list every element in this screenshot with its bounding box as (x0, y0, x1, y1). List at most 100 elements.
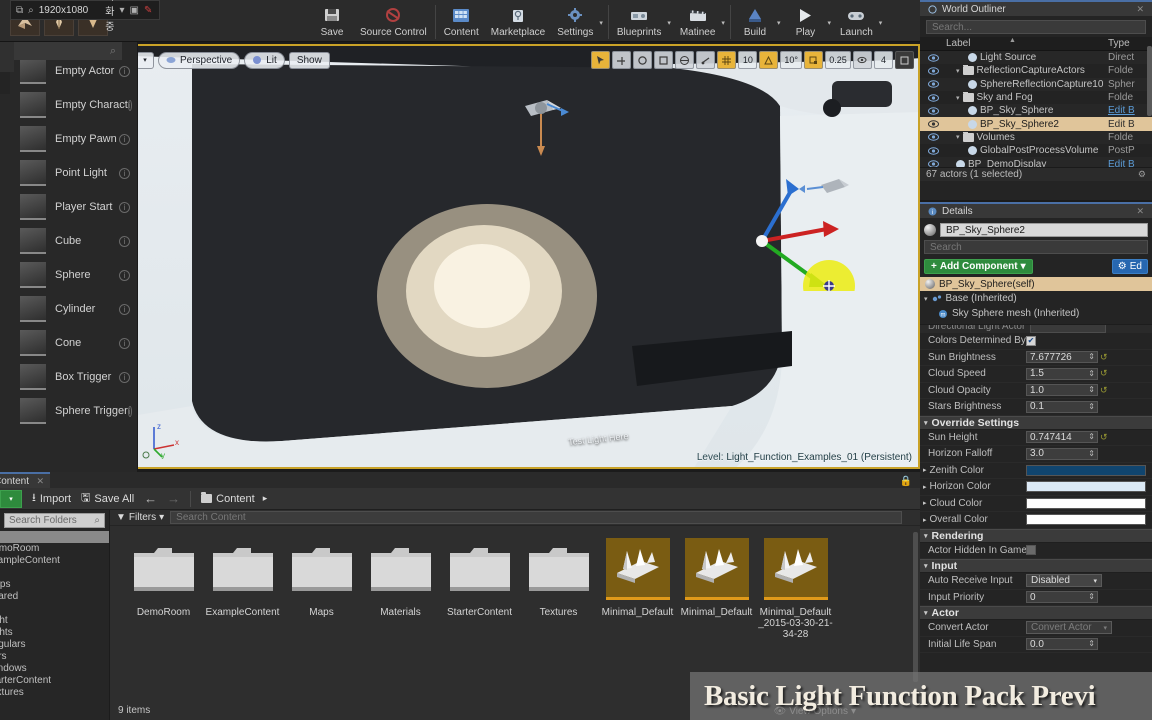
settings-button[interactable]: Settings (551, 0, 599, 41)
maximize-viewport-button[interactable] (895, 51, 914, 69)
content-browser-lock-icon[interactable]: 🔒 (900, 476, 912, 487)
content-folder-item[interactable]: ExampleContent (203, 538, 282, 640)
property-color-swatch[interactable] (1026, 481, 1146, 493)
grid-snap-toggle[interactable] (717, 51, 737, 69)
folder-tree-row[interactable] (0, 567, 109, 579)
content-asset-item[interactable]: Minimal_Default_2015-03-30-21-34-28 (756, 538, 835, 640)
camera-speed-icon[interactable] (853, 51, 872, 69)
outliner-row[interactable]: GlobalPostProcessVolume PostP (920, 144, 1152, 158)
add-new-button[interactable]: ▾ (0, 489, 22, 508)
scale-snap-value[interactable]: 0.25 (825, 51, 851, 69)
save-all-button[interactable]: 🖫 Save All (81, 489, 134, 508)
folder-tree-row[interactable]: StarterContent (0, 675, 109, 687)
save-button[interactable]: Save (310, 0, 354, 41)
viewport-canvas[interactable]: Test Light Here ▾ Perspective Lit Show 1… (132, 46, 918, 467)
spinner-icon[interactable]: ⇕ (1088, 592, 1095, 601)
folder-tree-row[interactable]: Textures (0, 687, 109, 699)
light-actor-gizmo[interactable] (517, 86, 597, 166)
info-icon[interactable]: i (119, 337, 130, 349)
outliner-scrollbar[interactable] (1147, 46, 1152, 116)
property-number-input[interactable]: 0.1 ⇕ (1026, 400, 1098, 413)
select-tool-button[interactable] (591, 51, 611, 69)
property-number-input[interactable]: 7.677726 ⇕ (1026, 351, 1098, 364)
visibility-eye-icon[interactable] (920, 120, 946, 128)
content-folder-item[interactable]: DemoRoom (124, 538, 203, 640)
folder-tree-row[interactable]: Maps (0, 579, 109, 591)
component-row[interactable]: BP_Sky_Sphere(self) (920, 277, 1152, 291)
window-icon[interactable]: ⧉ (16, 5, 23, 16)
component-tree[interactable]: BP_Sky_Sphere(self) ▾ Base (Inherited) m Sky… (920, 277, 1152, 321)
expand-triangle-icon[interactable]: ▾ (956, 133, 960, 141)
reset-to-default-icon[interactable]: ↺ (1100, 368, 1108, 379)
visibility-eye-icon[interactable] (920, 107, 946, 115)
rotation-snap-toggle[interactable] (759, 51, 779, 69)
folder-tree-row[interactable]: Bars (0, 651, 109, 663)
outliner-type-column[interactable]: Type (1108, 38, 1152, 49)
visibility-eye-icon[interactable] (920, 93, 946, 102)
play-button[interactable]: Play (783, 0, 827, 41)
import-button[interactable]: ⭳ Import (32, 489, 71, 508)
world-outliner-tab[interactable]: World Outliner ✕ (920, 0, 1152, 16)
edit-blueprint-button[interactable]: ⚙ Ed (1111, 259, 1148, 274)
visibility-eye-icon[interactable] (920, 53, 946, 62)
info-icon[interactable]: i (127, 99, 132, 111)
build-button[interactable]: Build (733, 0, 777, 41)
expand-triangle-icon[interactable]: ▾ (956, 67, 960, 75)
info-icon[interactable]: i (119, 167, 130, 179)
content-folder-item[interactable]: StarterContent (440, 538, 519, 640)
spinner-icon[interactable]: ⇕ (1088, 369, 1095, 378)
expand-triangle-icon[interactable]: ▸ (923, 516, 927, 524)
outliner-settings-icon[interactable]: ⚙ (1138, 169, 1146, 180)
property-color-swatch[interactable] (1026, 464, 1146, 476)
property-section-header[interactable]: ▾ Actor (920, 606, 1152, 620)
place-actors-search[interactable]: ⌕ (0, 42, 122, 60)
spinner-icon[interactable]: ⇕ (1088, 639, 1095, 648)
visibility-eye-icon[interactable] (920, 133, 946, 142)
clipped-row-field[interactable] (1030, 325, 1106, 333)
content-asset-item[interactable]: Minimal_Default (677, 538, 756, 640)
world-space-button[interactable] (675, 51, 695, 69)
expand-triangle-icon[interactable]: ▸ (923, 483, 927, 491)
info-icon[interactable]: i (119, 133, 130, 145)
add-component-button[interactable]: + Add Component ▾ (924, 259, 1033, 274)
property-number-input[interactable]: 0.0 ⇕ (1026, 638, 1098, 651)
close-icon[interactable]: ✕ (36, 476, 44, 487)
forward-arrow-icon[interactable]: → (167, 491, 180, 506)
outliner-search-input[interactable]: Search... (926, 20, 1146, 34)
rotate-tool-button[interactable] (633, 51, 653, 69)
content-search-input[interactable]: Search Content (170, 511, 902, 524)
chevron-down-icon[interactable]: ▾ (119, 5, 124, 16)
expand-triangle-icon[interactable]: ▾ (956, 94, 960, 102)
outliner-row-list[interactable]: Light Source Direct ▾ ReflectionCaptureActo… (920, 51, 1152, 167)
info-icon[interactable]: i (119, 303, 130, 315)
place-actor-item[interactable]: Empty Pawn i (0, 122, 137, 156)
marketplace-button[interactable]: Marketplace (485, 0, 551, 41)
info-icon[interactable]: i (119, 65, 130, 77)
visibility-eye-icon[interactable] (920, 147, 946, 155)
folder-tree-row[interactable]: ExampleContent (0, 555, 109, 567)
property-section-header[interactable]: ▾ Input (920, 559, 1152, 573)
property-dropdown[interactable]: Convert Actor ▾ (1026, 621, 1112, 635)
folder-tree-row[interactable]: Angulars (0, 639, 109, 651)
close-icon[interactable]: ✕ (1136, 4, 1144, 15)
outliner-row[interactable]: BP_DemoDisplay Edit B (920, 157, 1152, 167)
place-actor-item[interactable]: Box Trigger i (0, 360, 137, 394)
viewport-lit-button[interactable]: Lit (244, 51, 285, 69)
close-icon[interactable]: ✕ (1136, 206, 1144, 217)
property-dropdown[interactable]: Disabled ▾ (1026, 574, 1102, 588)
launch-button[interactable]: Launch (834, 0, 879, 41)
launch-caret-icon[interactable]: ▾ (879, 0, 886, 41)
property-color-swatch[interactable] (1026, 514, 1146, 526)
source-control-button[interactable]: Source Control (354, 0, 433, 41)
content-folder-item[interactable]: Textures (519, 538, 598, 640)
outliner-row[interactable]: BP_Sky_Sphere2 Edit B (920, 117, 1152, 131)
folder-tree-row[interactable]: Shared (0, 591, 109, 603)
outliner-row[interactable]: ▾ ReflectionCaptureActors Folde (920, 64, 1152, 78)
breadcrumb[interactable]: Content ▸ (201, 492, 267, 505)
visibility-eye-icon[interactable] (920, 160, 946, 167)
content-folder-item[interactable]: Maps (282, 538, 361, 640)
spinner-icon[interactable]: ⇕ (1088, 402, 1095, 411)
camera-icon[interactable]: ▣ (129, 5, 138, 16)
reset-to-default-icon[interactable]: ↺ (1100, 352, 1108, 363)
outliner-row-type[interactable]: Edit B (1108, 105, 1152, 116)
